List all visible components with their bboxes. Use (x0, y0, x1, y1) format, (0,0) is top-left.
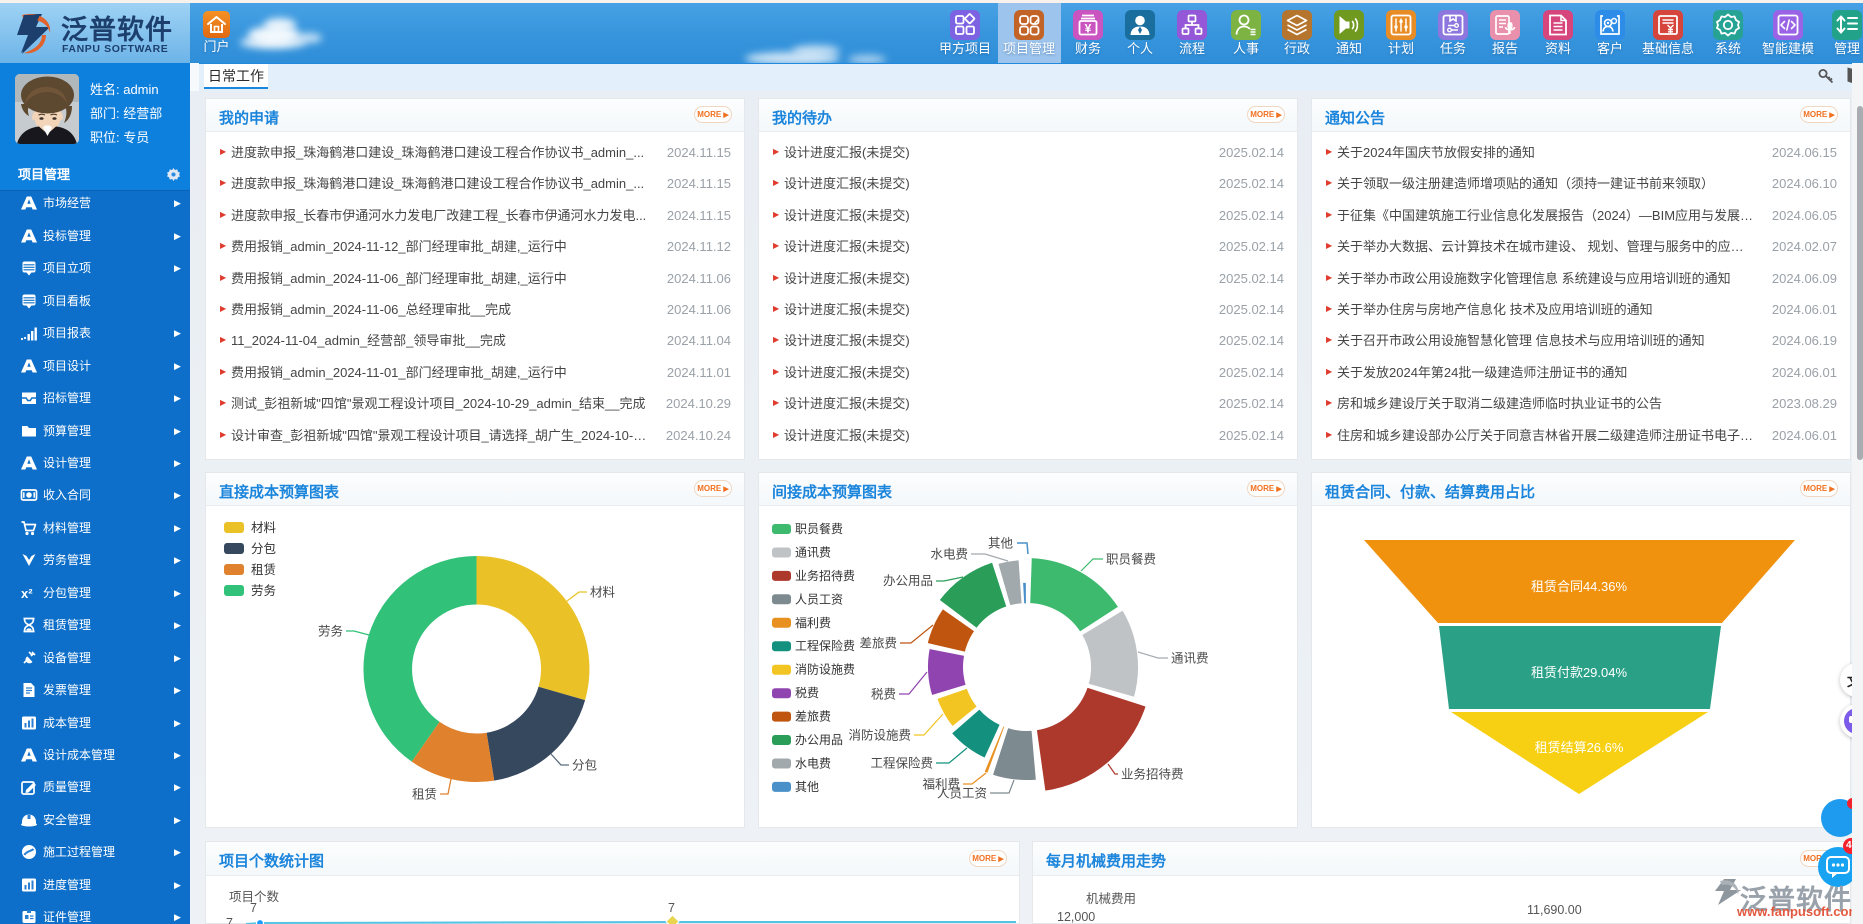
svg-text:差旅费: 差旅费 (859, 637, 897, 651)
svg-text:其他: 其他 (795, 780, 819, 794)
svg-text:分包: 分包 (572, 759, 597, 773)
svg-text:其他: 其他 (988, 537, 1014, 551)
svg-text:材料: 材料 (590, 586, 616, 600)
svg-text:工程保险费: 工程保险费 (870, 756, 933, 771)
svg-text:通讯费: 通讯费 (1171, 652, 1209, 666)
svg-text:职员餐费: 职员餐费 (795, 521, 843, 536)
svg-text:租赁合同44.36%: 租赁合同44.36% (1531, 579, 1628, 594)
svg-text:税费: 税费 (871, 688, 896, 702)
svg-text:租赁付款29.04%: 租赁付款29.04% (1531, 665, 1628, 680)
svg-text:FANPU SOFTWARE: FANPU SOFTWARE (62, 43, 168, 55)
svg-text:福利费: 福利费 (922, 777, 960, 792)
svg-text:水电费: 水电费 (930, 548, 968, 562)
svg-text:租赁: 租赁 (412, 788, 437, 802)
svg-text:水电费: 水电费 (795, 757, 831, 771)
svg-text:消防设施费: 消防设施费 (848, 728, 911, 743)
svg-text:租赁结算26.6%: 租赁结算26.6% (1535, 740, 1624, 755)
svg-text:¥: ¥ (1085, 22, 1092, 36)
svg-text:消防设施费: 消防设施费 (795, 662, 855, 677)
svg-text:办公用品: 办公用品 (883, 573, 933, 588)
svg-text:劳务: 劳务 (318, 624, 343, 639)
svg-text:材料: 材料 (251, 521, 277, 535)
svg-text:福利费: 福利费 (795, 615, 831, 630)
svg-text:业务招待费: 业务招待费 (795, 568, 855, 583)
svg-text:差旅费: 差旅费 (795, 710, 831, 724)
svg-text:办公用品: 办公用品 (795, 732, 843, 747)
svg-text:税费: 税费 (795, 686, 819, 700)
svg-text:劳务: 劳务 (251, 583, 276, 598)
svg-text:租赁: 租赁 (251, 563, 276, 577)
svg-text:职员餐费: 职员餐费 (1106, 552, 1156, 567)
svg-text:工程保险费: 工程保险费 (795, 638, 855, 653)
svg-text:泛普软件: 泛普软件 (61, 14, 173, 45)
svg-text:人员工资: 人员工资 (795, 592, 843, 606)
svg-text:分包: 分包 (251, 542, 276, 556)
svg-text:业务招待费: 业务招待费 (1121, 767, 1184, 782)
svg-text:通讯费: 通讯费 (795, 546, 831, 560)
svg-text:x²: x² (21, 586, 33, 601)
